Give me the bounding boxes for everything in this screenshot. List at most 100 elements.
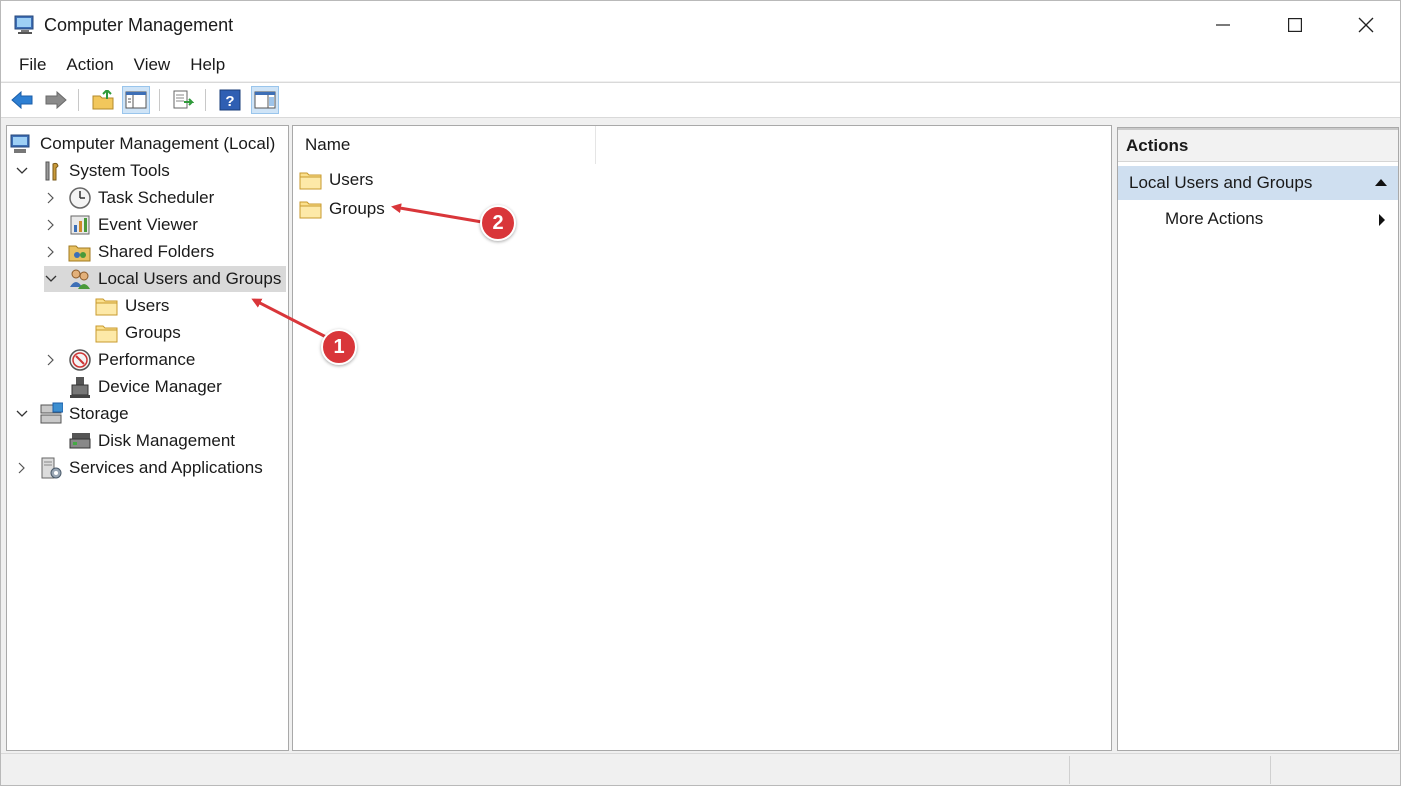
task-scheduler-icon: [68, 186, 92, 210]
actions-header: Actions: [1118, 128, 1398, 162]
help-button[interactable]: ?: [216, 86, 244, 114]
results-list-pane[interactable]: Name Users Groups: [292, 125, 1112, 751]
tree-item-computer-management[interactable]: Computer Management (Local): [10, 131, 275, 157]
tree-item-groups[interactable]: Groups: [95, 320, 181, 346]
tree-item-users[interactable]: Users: [95, 293, 169, 319]
tree-item-event-viewer[interactable]: Event Viewer: [44, 212, 198, 238]
services-applications-icon: [39, 456, 63, 480]
close-icon: [1358, 17, 1374, 33]
toolbar-separator: [205, 89, 206, 111]
menu-bar: File Action View Help: [1, 49, 1400, 81]
tree-item-disk-management[interactable]: Disk Management: [68, 428, 235, 454]
local-users-groups-icon: [68, 267, 92, 291]
chevron-down-icon[interactable]: [15, 407, 29, 421]
status-divider: [1069, 756, 1070, 784]
callout-badge-2: 2: [480, 205, 516, 241]
list-item-groups[interactable]: Groups: [299, 195, 385, 223]
minimize-icon: [1216, 24, 1230, 26]
menu-view[interactable]: View: [124, 51, 181, 79]
performance-icon: [68, 348, 92, 372]
console-tree-pane[interactable]: Computer Management (Local) System Tools…: [6, 125, 289, 751]
tree-item-label: Local Users and Groups: [98, 269, 282, 288]
tree-item-label: Shared Folders: [98, 242, 215, 261]
tree-item-label: Users: [125, 296, 170, 315]
maximize-icon: [1288, 18, 1302, 32]
chevron-right-icon[interactable]: [44, 191, 58, 205]
back-button[interactable]: [8, 86, 36, 114]
submenu-right-icon: [1379, 214, 1385, 226]
more-actions-label: More Actions: [1165, 209, 1264, 228]
show-hide-action-pane-button[interactable]: [251, 86, 279, 114]
tree-item-label: Storage: [69, 404, 129, 423]
callout-badge-1: 1: [321, 329, 357, 365]
up-one-level-button[interactable]: [89, 86, 117, 114]
folder-icon: [299, 169, 323, 191]
back-icon: [11, 90, 33, 110]
chevron-right-icon[interactable]: [44, 245, 58, 259]
minimize-button[interactable]: [1188, 1, 1258, 49]
toolbar: ?: [1, 82, 1400, 118]
show-hide-tree-icon: [125, 91, 147, 109]
list-item-label: Groups: [329, 199, 385, 218]
computer-management-app-icon: [13, 13, 37, 37]
forward-button[interactable]: [42, 86, 70, 114]
event-viewer-icon: [68, 213, 92, 237]
chevron-right-icon[interactable]: [44, 218, 58, 232]
status-divider: [1270, 756, 1271, 784]
chevron-down-icon[interactable]: [15, 164, 29, 178]
up-folder-icon: [92, 90, 114, 110]
tree-item-system-tools[interactable]: System Tools: [15, 158, 170, 184]
toolbar-separator: [78, 89, 79, 111]
system-tools-icon: [39, 159, 63, 183]
export-list-button[interactable]: [169, 86, 197, 114]
forward-icon: [45, 90, 67, 110]
tree-item-label: Groups: [125, 323, 181, 342]
tree-item-services-and-applications[interactable]: Services and Applications: [15, 455, 263, 481]
show-hide-action-pane-icon: [254, 91, 276, 109]
tree-item-shared-folders[interactable]: Shared Folders: [44, 239, 214, 265]
tree-item-storage[interactable]: Storage: [15, 401, 129, 427]
shared-folders-icon: [68, 240, 92, 264]
title-bar: Computer Management: [1, 1, 1400, 49]
tree-item-label: Computer Management (Local): [40, 134, 276, 153]
computer-management-window: Computer Management File Action View Hel…: [0, 0, 1401, 786]
tree-item-label: Performance: [98, 350, 196, 369]
tree-item-label: System Tools: [69, 161, 170, 180]
tree-item-device-manager[interactable]: Device Manager: [68, 374, 222, 400]
folder-icon: [95, 294, 119, 318]
tree-item-label: Device Manager: [98, 377, 222, 396]
storage-icon: [39, 402, 63, 426]
svg-text:?: ?: [225, 93, 234, 110]
tree-item-task-scheduler[interactable]: Task Scheduler: [44, 185, 214, 211]
list-item-users[interactable]: Users: [299, 166, 373, 194]
column-header-name[interactable]: Name: [293, 126, 596, 164]
tree-item-label: Event Viewer: [98, 215, 198, 234]
close-button[interactable]: [1331, 1, 1401, 49]
tree-item-performance[interactable]: Performance: [44, 347, 195, 373]
actions-pane: Actions Local Users and Groups More Acti…: [1117, 127, 1399, 751]
show-hide-console-tree-button[interactable]: [122, 86, 150, 114]
menu-help[interactable]: Help: [180, 51, 235, 79]
menu-action[interactable]: Action: [56, 51, 123, 79]
tree-item-local-users-and-groups[interactable]: Local Users and Groups: [44, 266, 286, 292]
toolbar-separator: [159, 89, 160, 111]
actions-section-local-users-and-groups[interactable]: Local Users and Groups: [1118, 166, 1398, 200]
chevron-down-icon[interactable]: [44, 272, 58, 286]
export-list-icon: [173, 90, 194, 109]
tree-item-label: Task Scheduler: [98, 188, 215, 207]
chevron-right-icon[interactable]: [15, 461, 29, 475]
menu-file[interactable]: File: [9, 51, 56, 79]
tree-item-label: Services and Applications: [69, 458, 263, 477]
help-icon: ?: [219, 89, 241, 111]
chevron-right-icon[interactable]: [44, 353, 58, 367]
folder-icon: [299, 198, 323, 220]
collapse-up-icon[interactable]: [1374, 178, 1388, 187]
maximize-button[interactable]: [1260, 1, 1330, 49]
disk-management-icon: [68, 429, 92, 453]
actions-section-label: Local Users and Groups: [1129, 173, 1313, 192]
device-manager-icon: [68, 375, 92, 399]
list-item-label: Users: [329, 170, 374, 189]
window-title: Computer Management: [44, 15, 234, 35]
status-bar: [1, 753, 1400, 785]
more-actions-item[interactable]: More Actions: [1118, 204, 1398, 234]
